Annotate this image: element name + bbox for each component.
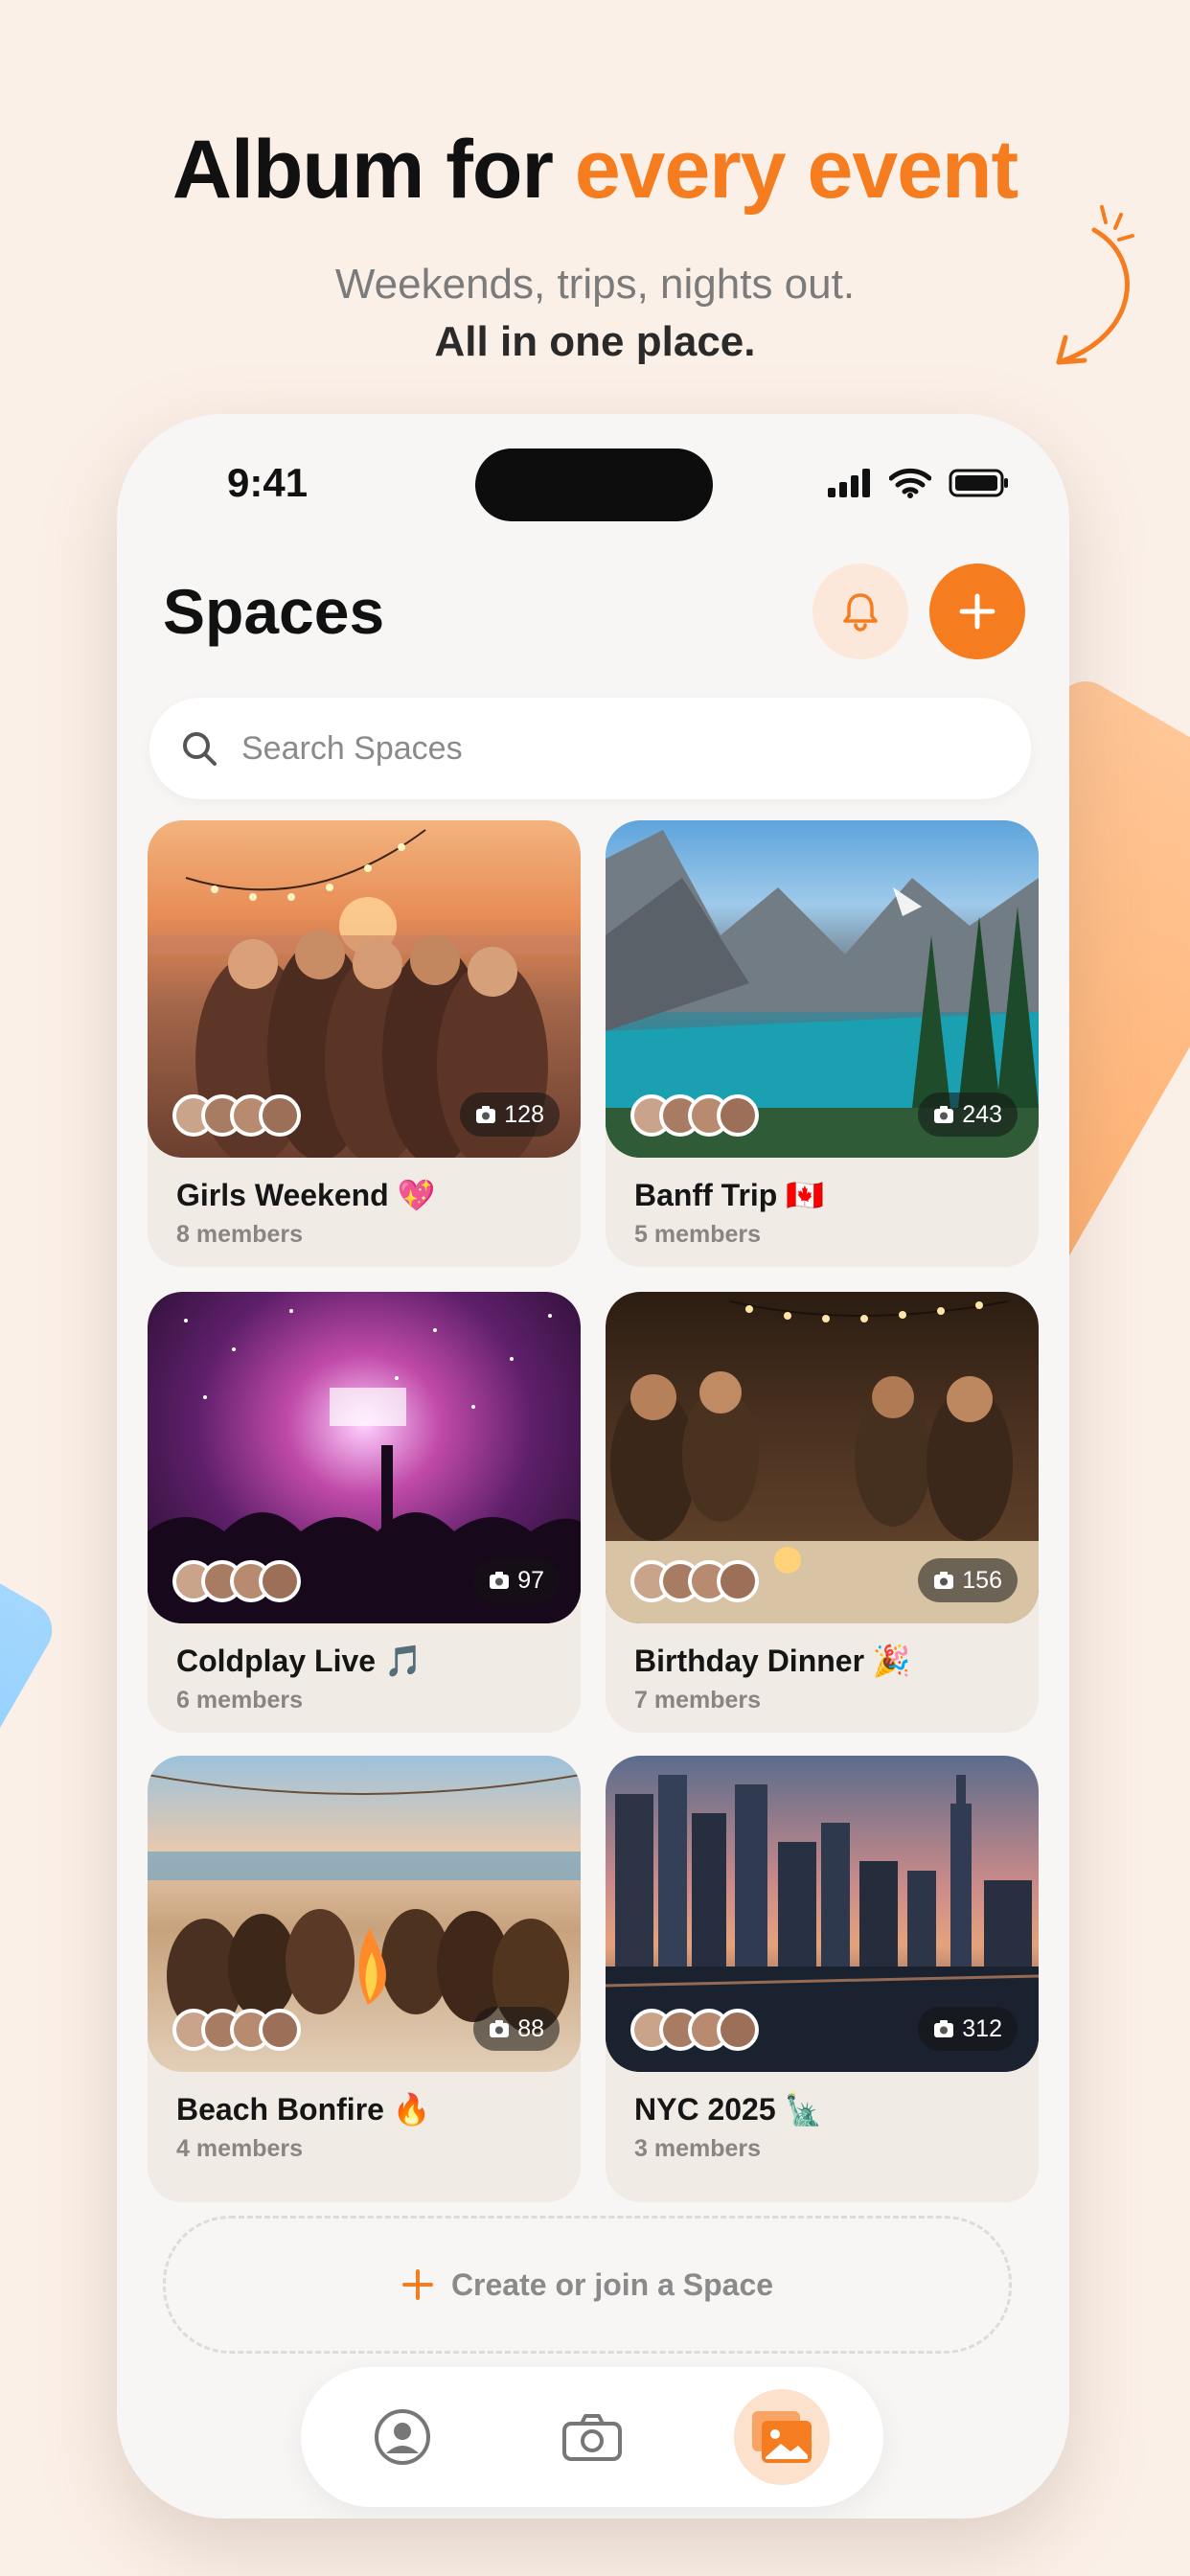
space-photo: 97: [148, 1292, 581, 1623]
camera-small-icon: [934, 2020, 954, 2037]
profile-icon: [375, 2409, 430, 2465]
tab-camera[interactable]: [544, 2389, 640, 2485]
space-name: NYC 2025 🗽: [634, 2092, 823, 2127]
space-name: Beach Bonfire 🔥: [176, 2092, 431, 2127]
space-members: 5 members: [634, 1221, 762, 1248]
space-name: Coldplay Live 🎵: [176, 1644, 423, 1678]
space-photo: 243: [606, 820, 1039, 1158]
search-icon: [183, 732, 217, 766]
plus-icon: [959, 593, 995, 630]
space-name: Banff Trip 🇨🇦: [634, 1178, 825, 1212]
camera-small-icon: [490, 2020, 510, 2037]
space-name: Girls Weekend 💖: [176, 1178, 436, 1212]
member-avatars: [630, 2009, 759, 2051]
create-join-label: Create or join a Space: [450, 2266, 774, 2302]
space-name: Birthday Dinner 🎉: [634, 1644, 911, 1678]
wifi-icon: [889, 468, 931, 498]
photo-count-badge: 128: [460, 1092, 560, 1137]
space-members: 3 members: [634, 2135, 762, 2162]
space-card-coldplay-live[interactable]: 97 Coldplay Live 🎵 6 members: [148, 1292, 581, 1733]
signal-icon: [828, 469, 870, 497]
space-card-nyc-2025[interactable]: 312 NYC 2025 🗽 3 members: [606, 1756, 1039, 2202]
space-photo: 156: [606, 1292, 1039, 1623]
camera-small-icon: [934, 1106, 954, 1123]
space-card-beach-bonfire[interactable]: 88 Beach Bonfire 🔥 4 members: [148, 1756, 581, 2202]
notifications-button[interactable]: [812, 564, 908, 659]
tab-profile[interactable]: [355, 2389, 450, 2485]
member-avatars: [630, 1560, 759, 1602]
page-title: Spaces: [163, 576, 385, 647]
space-card-girls-weekend[interactable]: 128 Girls Weekend 💖 8 members: [148, 820, 581, 1267]
member-avatars: [172, 2009, 301, 2051]
space-members: 6 members: [176, 1687, 304, 1714]
gallery-icon: [752, 2411, 812, 2463]
space-card-birthday-dinner[interactable]: 156 Birthday Dinner 🎉 7 members: [606, 1292, 1039, 1733]
phone-mockup: 9:41 Spaces Search Spaces 128 Girls Week…: [117, 414, 1069, 2518]
promo-subtitle-line2: All in one place.: [434, 318, 756, 365]
photo-count-badge: 97: [473, 1558, 560, 1602]
camera-small-icon: [490, 1572, 510, 1589]
curved-arrow-icon: [1056, 205, 1134, 365]
tab-gallery[interactable]: [734, 2389, 830, 2485]
bottom-tab-bar: [301, 2367, 883, 2507]
blue-brush-stroke: [0, 1495, 63, 2533]
space-card-banff-trip[interactable]: 243 Banff Trip 🇨🇦 5 members: [606, 820, 1039, 1267]
promo-subtitle-line1: Weekends, trips, nights out.: [334, 261, 856, 308]
camera-small-icon: [476, 1106, 496, 1123]
bell-icon: [843, 593, 878, 632]
member-avatars: [172, 1094, 301, 1137]
space-members: 8 members: [176, 1221, 304, 1248]
camera-icon: [562, 2414, 622, 2461]
add-space-button[interactable]: [929, 564, 1025, 659]
search-placeholder: Search Spaces: [241, 729, 463, 767]
member-avatars: [630, 1094, 759, 1137]
create-join-space-button[interactable]: Create or join a Space: [163, 2216, 1012, 2354]
status-bar: 9:41: [117, 414, 1069, 548]
promo-headline: Album for every event: [172, 124, 1018, 216]
camera-small-icon: [934, 1572, 954, 1589]
space-photo: 128: [148, 820, 581, 1158]
status-time: 9:41: [227, 460, 309, 505]
photo-count-badge: 88: [473, 2007, 560, 2051]
space-photo: 312: [606, 1756, 1039, 2072]
space-members: 7 members: [634, 1687, 762, 1714]
photo-count-badge: 243: [918, 1092, 1018, 1137]
space-photo: 88: [148, 1756, 581, 2072]
dynamic-island: [475, 448, 713, 521]
battery-icon: [949, 469, 1008, 497]
member-avatars: [172, 1560, 301, 1602]
photo-count-badge: 312: [918, 2007, 1018, 2051]
search-input[interactable]: Search Spaces: [149, 698, 1031, 799]
space-members: 4 members: [176, 2135, 304, 2162]
photo-count-badge: 156: [918, 1558, 1018, 1602]
plus-icon: [401, 2269, 433, 2300]
